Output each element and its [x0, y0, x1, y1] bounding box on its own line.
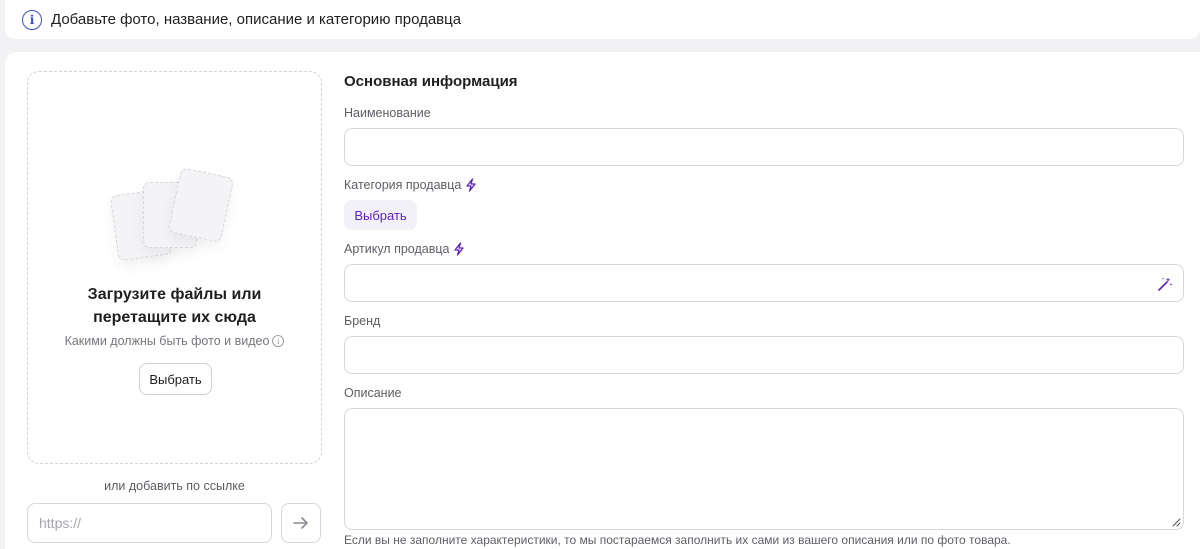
category-label-text: Категория продавца	[344, 178, 462, 192]
generate-article-button[interactable]	[1156, 275, 1174, 293]
media-requirements-link[interactable]: Какими должны быть фото и видео i	[28, 334, 321, 348]
info-icon: i	[22, 9, 42, 30]
media-requirements-text: Какими должны быть фото и видео	[64, 334, 270, 348]
dropzone-title-line: Загрузите файлы или	[87, 286, 262, 303]
magic-wand-icon	[1158, 277, 1173, 291]
description-hint: Если вы не заполните характеристики, то …	[344, 533, 1011, 547]
lightning-icon	[454, 242, 465, 256]
media-dropzone[interactable]: Загрузите файлы или перетащите их сюда К…	[27, 71, 322, 464]
description-textarea[interactable]	[344, 408, 1184, 530]
brand-label: Бренд	[344, 314, 380, 328]
add-by-link-label: или добавить по ссылке	[104, 479, 245, 493]
url-submit-button[interactable]	[281, 503, 321, 543]
banner-text: Добавьте фото, название, описание и кате…	[51, 11, 462, 28]
article-label-text: Артикул продавца	[344, 242, 450, 256]
section-title: Основная информация	[344, 73, 518, 90]
description-label-text: Описание	[344, 386, 402, 400]
name-label: Наименование	[344, 106, 431, 120]
placeholder-card	[167, 167, 235, 243]
brand-label-text: Бренд	[344, 314, 381, 328]
resize-handle-icon[interactable]	[1171, 517, 1181, 527]
lightning-icon	[466, 178, 476, 192]
info-icon: i	[272, 335, 285, 347]
dropzone-title-line: перетащите их сюда	[93, 309, 256, 326]
product-card-form: Загрузите файлы или перетащите их сюда К…	[5, 52, 1200, 549]
dropzone-title: Загрузите файлы или перетащите их сюда	[28, 283, 321, 329]
info-banner: i Добавьте фото, название, описание и ка…	[5, 0, 1200, 39]
media-url-input[interactable]	[27, 503, 272, 543]
description-label: Описание	[344, 386, 402, 400]
name-label-text: Наименование	[344, 106, 431, 120]
article-input[interactable]	[344, 264, 1184, 302]
category-label: Категория продавца	[344, 178, 477, 192]
select-files-button[interactable]: Выбрать	[139, 363, 212, 395]
article-label: Артикул продавца	[344, 242, 465, 256]
name-input[interactable]	[344, 128, 1184, 166]
brand-input[interactable]	[344, 336, 1184, 374]
select-category-button[interactable]: Выбрать	[344, 200, 417, 230]
photos-placeholder-illustration	[108, 164, 238, 264]
arrow-right-icon	[293, 517, 308, 529]
